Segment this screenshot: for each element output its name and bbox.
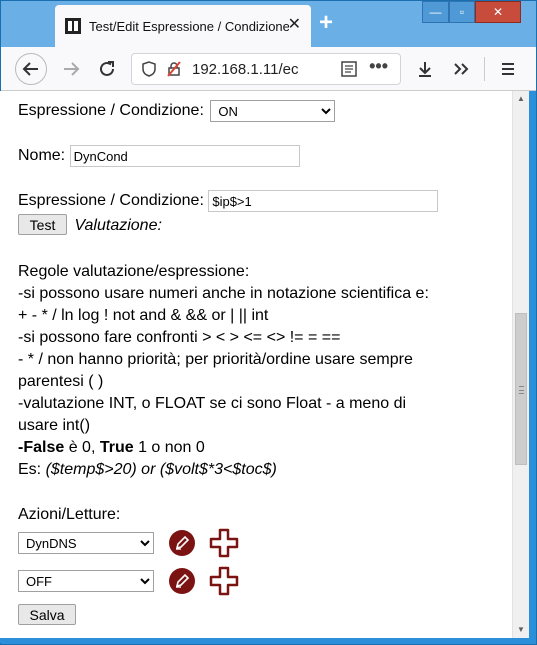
rule-line: usare int(): [18, 417, 91, 434]
type-select[interactable]: ON: [210, 100, 336, 122]
true-rest: 1 o non 0: [133, 439, 205, 456]
save-button[interactable]: Salva: [18, 604, 76, 625]
rule-line: -si possono usare numeri anche in notazi…: [18, 285, 429, 302]
test-row: Test Valutazione:: [18, 214, 162, 237]
back-arrow-icon: [22, 62, 38, 76]
new-tab-button[interactable]: +: [319, 11, 333, 35]
grip-icon: [519, 386, 524, 394]
example-prefix: Es:: [18, 461, 46, 478]
rules-heading: Regole valutazione/espressione:: [18, 263, 250, 280]
scroll-up-icon[interactable]: ▲: [513, 91, 529, 107]
type-label: Espressione / Condizione:: [18, 102, 204, 120]
nav-toolbar: 192.168.1.11/ec •••: [1, 47, 536, 91]
false-word: False: [23, 439, 65, 456]
name-input[interactable]: [69, 145, 300, 167]
reload-button[interactable]: [93, 55, 121, 83]
tab-close-icon[interactable]: ✕: [288, 17, 301, 33]
false-true-rule: -False è 0, True 1 o non 0: [18, 437, 205, 459]
minimize-button[interactable]: —: [422, 1, 449, 23]
save-row: Salva: [18, 604, 76, 627]
double-chevron-icon: [454, 63, 469, 75]
example-a: ($temp$>20): [45, 461, 137, 478]
expression-input[interactable]: [208, 190, 439, 212]
hamburger-icon: [502, 63, 514, 75]
false-rest: è 0,: [64, 439, 100, 456]
expression-row: Espressione / Condizione:: [18, 190, 439, 212]
close-window-button[interactable]: ✕: [475, 1, 521, 23]
maximize-button[interactable]: ▫: [449, 1, 475, 23]
window-bottom-edge: [0, 638, 535, 643]
type-row: Espressione / Condizione: ON: [18, 100, 336, 122]
name-label: Nome:: [18, 147, 66, 165]
forward-button[interactable]: [57, 55, 85, 83]
pencil-icon: [175, 573, 190, 588]
rule-line: + - * / ln log ! not and & && or | || in…: [18, 307, 269, 324]
rule-line: -si possono fare confronti > < > <= <> !…: [18, 329, 341, 346]
insecure-lock-icon[interactable]: [166, 61, 182, 77]
url-bar[interactable]: 192.168.1.11/ec •••: [131, 53, 401, 85]
shield-icon[interactable]: [142, 61, 156, 77]
back-button[interactable]: [15, 53, 47, 85]
favicon-icon: [65, 18, 81, 34]
example-b: ($volt$*3<$toc$): [159, 461, 277, 478]
name-row: Nome:: [18, 145, 300, 167]
example-or: or: [136, 461, 160, 478]
menu-button[interactable]: [494, 55, 522, 83]
page-actions-icon[interactable]: •••: [369, 56, 388, 77]
action-select[interactable]: OFF: [18, 570, 154, 592]
window-right-edge: [529, 91, 535, 643]
tab-title: Test/Edit Espressione / Condizione: [89, 18, 289, 34]
add-plus-icon[interactable]: [209, 528, 239, 558]
toolbar-divider: [484, 57, 485, 81]
overflow-button[interactable]: [447, 55, 475, 83]
evaluation-label: Valutazione:: [74, 216, 162, 234]
download-icon: [419, 62, 431, 77]
forward-arrow-icon: [64, 62, 80, 76]
vertical-scrollbar[interactable]: ▲ ▼: [512, 91, 529, 638]
true-word: True: [99, 439, 134, 456]
reader-view-icon[interactable]: [340, 60, 358, 78]
reload-icon: [100, 61, 114, 76]
edit-pencil-icon[interactable]: [169, 530, 195, 556]
pencil-icon: [175, 535, 190, 550]
actions-heading: Azioni/Letture:: [18, 506, 121, 523]
window-left-edge: [0, 91, 8, 643]
page-viewport: Espressione / Condizione: ON Nome: Espre…: [8, 91, 512, 638]
url-text[interactable]: 192.168.1.11/ec: [192, 61, 304, 78]
scrollbar-thumb[interactable]: [515, 313, 527, 465]
scroll-down-icon[interactable]: ▼: [513, 622, 529, 638]
download-button[interactable]: [411, 55, 439, 83]
rule-line: - * / non hanno priorità; per priorità/o…: [18, 351, 413, 368]
example-rule: Es: ($temp$>20) or ($volt$*3<$toc$): [18, 459, 277, 481]
action-select[interactable]: DynDNS: [18, 532, 154, 554]
rule-line: -valutazione INT, o FLOAT se ci sono Flo…: [18, 395, 407, 412]
action-row: OFF: [18, 566, 278, 600]
rule-line: parentesi ( ): [18, 373, 104, 390]
expression-label: Espressione / Condizione:: [18, 192, 204, 210]
browser-tab[interactable]: Test/Edit Espressione / Condizione ✕: [55, 5, 311, 47]
title-bar: Test/Edit Espressione / Condizione ✕ + —…: [1, 1, 536, 47]
test-button[interactable]: Test: [18, 214, 67, 235]
edit-pencil-icon[interactable]: [169, 568, 195, 594]
action-row: DynDNS: [18, 528, 278, 562]
add-plus-icon[interactable]: [209, 566, 239, 596]
